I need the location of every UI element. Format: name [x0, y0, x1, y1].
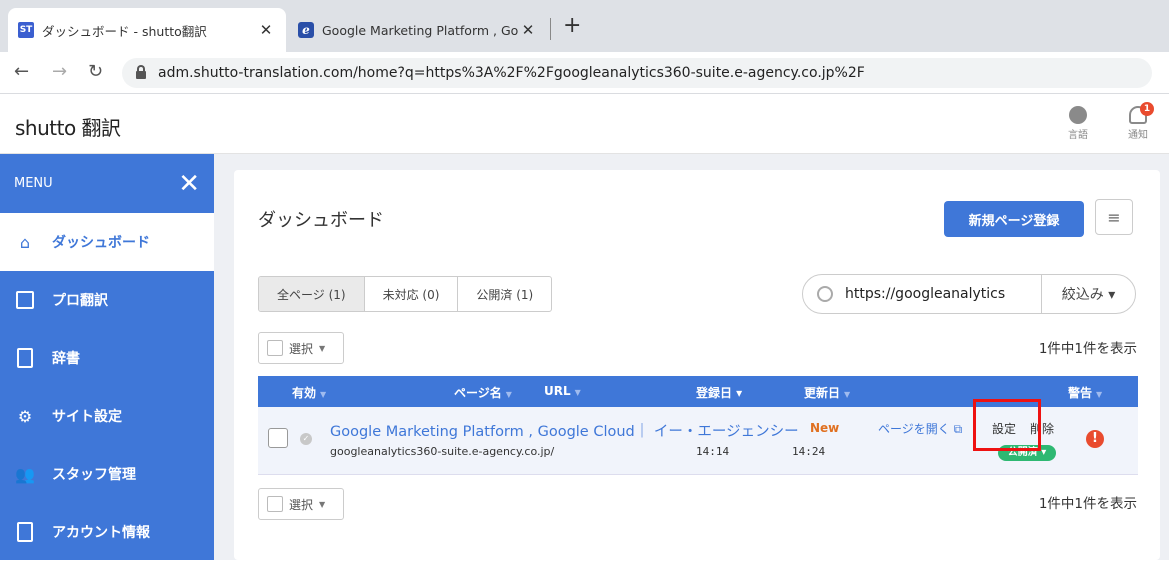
sidebar-item-staff[interactable]: 👥 スタッフ管理 — [0, 445, 214, 503]
reload-icon[interactable]: ↻ — [88, 61, 103, 82]
column-page-name[interactable]: ページ名 ▼ — [454, 384, 512, 401]
sidebar-item-label: プロ翻訳 — [52, 293, 108, 309]
e-agency-favicon-icon: e — [298, 22, 314, 38]
new-tab-icon[interactable]: + — [563, 13, 581, 38]
updated-time: 14:24 — [792, 445, 826, 458]
warning-icon[interactable]: ! — [1086, 430, 1104, 448]
narrow-dropdown[interactable]: 絞込み ▾ — [1042, 284, 1135, 304]
column-enabled[interactable]: 有効 ▼ — [292, 384, 326, 401]
chevron-down-icon: ▼ — [319, 499, 326, 509]
row-checkbox[interactable] — [268, 428, 288, 448]
new-badge: New — [810, 421, 840, 435]
lock-icon — [136, 65, 146, 79]
tab-separator — [550, 18, 551, 40]
select-checkbox[interactable] — [267, 340, 283, 356]
sidebar-item-site-settings[interactable]: ⚙ サイト設定 — [0, 387, 214, 445]
notification-label: 通知 — [1128, 130, 1148, 141]
tab-title: Google Marketing Platform , Goo — [322, 22, 518, 38]
book-icon — [14, 347, 36, 369]
page-title: ダッシュボード — [258, 210, 384, 231]
page-name-link[interactable]: Google Marketing Platform , Google Cloud… — [330, 420, 799, 441]
tab-title: ダッシュボード - shutto翻訳 — [42, 23, 207, 39]
browser-tab-active[interactable]: ST ダッシュボード - shutto翻訳 ✕ — [8, 8, 286, 52]
result-count-top: 1件中1件を表示 — [1038, 341, 1137, 357]
hamburger-menu-icon[interactable]: ≡ — [1095, 199, 1133, 235]
search-box: https://googleanalytics 絞込み ▾ — [802, 274, 1136, 314]
sidebar-item-pro-translation[interactable]: プロ翻訳 — [0, 271, 214, 329]
notification-badge: 1 — [1140, 102, 1154, 116]
notification-button[interactable]: 1 通知 — [1118, 102, 1158, 141]
sidebar-item-label: アカウント情報 — [52, 525, 150, 541]
shutto-favicon-icon: ST — [18, 22, 34, 38]
tab-close-icon[interactable]: ✕ — [518, 21, 538, 39]
menu-close-icon[interactable]: ✕ — [178, 171, 200, 197]
registered-time: 14:14 — [696, 445, 730, 458]
sidebar-item-label: スタッフ管理 — [52, 467, 136, 483]
language-button[interactable]: 言語 — [1058, 106, 1098, 141]
search-input[interactable]: https://googleanalytics — [845, 286, 1041, 302]
sidebar: MENU ✕ ⌂ ダッシュボード プロ翻訳 辞書 ⚙ サイト設定 👥 スタッフ管… — [0, 154, 214, 560]
bulk-select-top[interactable]: 選択 ▼ — [258, 332, 344, 364]
menu-label: MENU — [14, 176, 53, 191]
sidebar-header: MENU ✕ — [0, 154, 214, 213]
tab-close-icon[interactable]: ✕ — [256, 21, 276, 39]
address-bar: ← → ↻ adm.shutto-translation.com/home?q=… — [0, 52, 1169, 94]
enabled-check-icon[interactable]: ✓ — [300, 433, 312, 445]
app-header: shutto 翻訳 言語 1 通知 — [0, 94, 1169, 154]
home-icon: ⌂ — [19, 232, 31, 252]
app-logo[interactable]: shutto 翻訳 — [15, 112, 121, 141]
filter-all[interactable]: 全ページ (1) — [259, 277, 365, 311]
bulk-select-bottom[interactable]: 選択 ▼ — [258, 488, 344, 520]
language-label: 言語 — [1068, 130, 1088, 141]
column-warning[interactable]: 警告 ▼ — [1068, 384, 1102, 401]
document-icon — [14, 521, 36, 543]
url-input[interactable]: adm.shutto-translation.com/home?q=https%… — [122, 58, 1152, 88]
filter-published[interactable]: 公開済 (1) — [458, 277, 551, 311]
calendar-icon — [14, 289, 36, 311]
sidebar-item-label: ダッシュボード — [52, 235, 150, 251]
url-text: adm.shutto-translation.com/home?q=https%… — [158, 65, 865, 81]
result-count-bottom: 1件中1件を表示 — [1038, 496, 1137, 512]
new-page-button[interactable]: 新規ページ登録 — [944, 201, 1084, 237]
browser-tab-bar: ST ダッシュボード - shutto翻訳 ✕ e Google Marketi… — [0, 0, 1169, 52]
chevron-down-icon: ▼ — [319, 343, 326, 353]
filter-pending[interactable]: 未対応 (0) — [365, 277, 459, 311]
browser-tab[interactable]: e Google Marketing Platform , Goo ✕ — [288, 8, 548, 52]
filter-tabs: 全ページ (1) 未対応 (0) 公開済 (1) — [258, 276, 553, 312]
column-registered[interactable]: 登録日 ▾ — [696, 384, 742, 401]
page-url: googleanalytics360-suite.e-agency.co.jp/ — [330, 445, 555, 458]
external-link-icon: ⧉ — [953, 422, 963, 436]
select-label: 選択 — [289, 341, 314, 356]
sidebar-item-account[interactable]: アカウント情報 — [0, 503, 214, 561]
column-updated[interactable]: 更新日 ▼ — [804, 384, 850, 401]
highlight-box — [973, 399, 1041, 451]
select-checkbox[interactable] — [267, 496, 283, 512]
back-arrow-icon[interactable]: ← — [14, 61, 29, 82]
column-url[interactable]: URL ▼ — [544, 384, 581, 398]
sidebar-item-label: 辞書 — [52, 351, 80, 367]
forward-arrow-icon[interactable]: → — [52, 61, 67, 82]
select-label: 選択 — [289, 497, 314, 512]
search-icon — [817, 286, 833, 302]
sidebar-item-dashboard[interactable]: ⌂ ダッシュボード — [0, 213, 214, 271]
sidebar-item-label: サイト設定 — [52, 409, 122, 425]
gear-icon: ⚙ — [17, 406, 33, 426]
sidebar-item-dictionary[interactable]: 辞書 — [0, 329, 214, 387]
globe-icon — [1069, 106, 1087, 124]
open-page-link[interactable]: ページを開く ⧉ — [878, 420, 962, 437]
users-icon: 👥 — [15, 464, 35, 484]
